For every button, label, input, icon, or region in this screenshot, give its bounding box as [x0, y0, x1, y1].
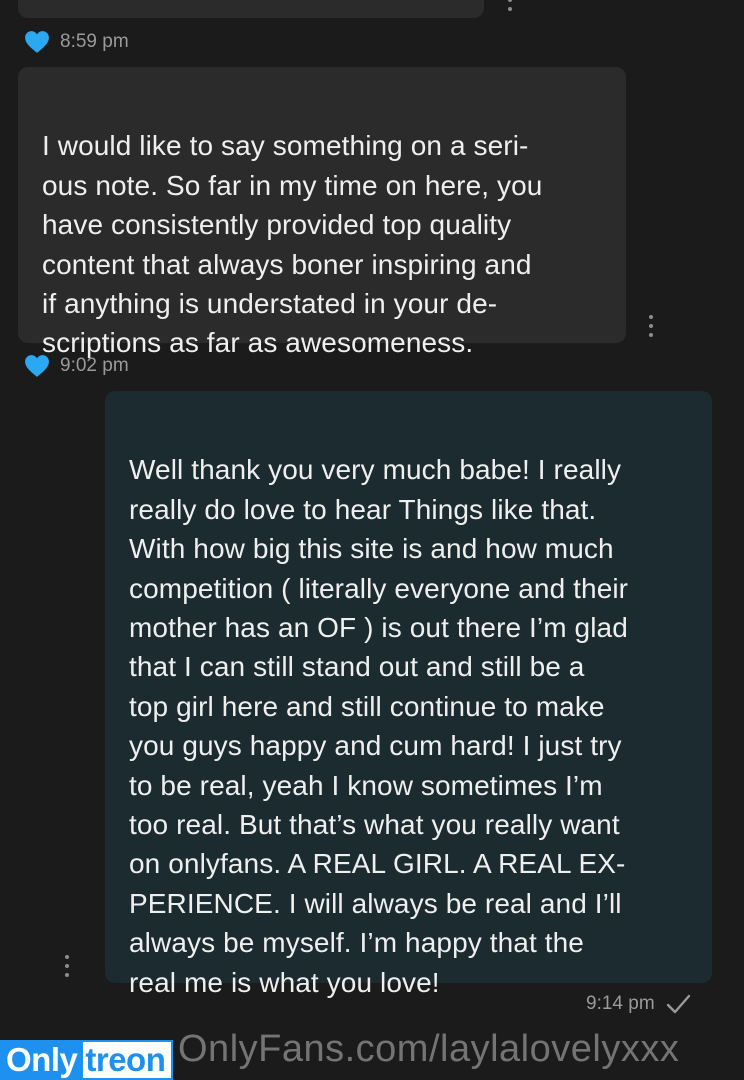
watermark-logo-right: treon [81, 1040, 174, 1080]
heart-icon[interactable] [24, 354, 50, 378]
check-icon [666, 994, 690, 1014]
outgoing-message-bubble[interactable]: Well thank you very much babe! I really … [105, 391, 712, 998]
message-text: I would like to say something on a seri-… [42, 130, 543, 359]
more-vertical-icon[interactable] [645, 315, 657, 337]
message-time: 9:02 pm [60, 355, 129, 376]
heart-icon[interactable] [24, 30, 50, 54]
message-time: 9:14 pm [586, 993, 655, 1014]
watermark-logo-left: Only [0, 1040, 82, 1080]
message-meta: 8:59 pm [24, 30, 129, 54]
message-text: Well thank you very much babe! I really … [129, 454, 629, 998]
previous-message-bubble[interactable] [18, 0, 484, 18]
more-vertical-icon[interactable] [504, 0, 516, 11]
more-vertical-icon[interactable] [61, 955, 73, 977]
watermark-url: OnlyFans.com/laylalovelyxxx [178, 1028, 680, 1070]
watermark-logo: Only treon [0, 1040, 174, 1080]
chat-screen: 8:59 pm I would like to say something on… [0, 0, 744, 1080]
message-meta: 9:02 pm [24, 354, 129, 378]
message-meta: 9:14 pm [586, 993, 691, 1015]
incoming-message-bubble[interactable]: I would like to say something on a seri-… [18, 67, 626, 358]
message-time: 8:59 pm [60, 31, 129, 52]
